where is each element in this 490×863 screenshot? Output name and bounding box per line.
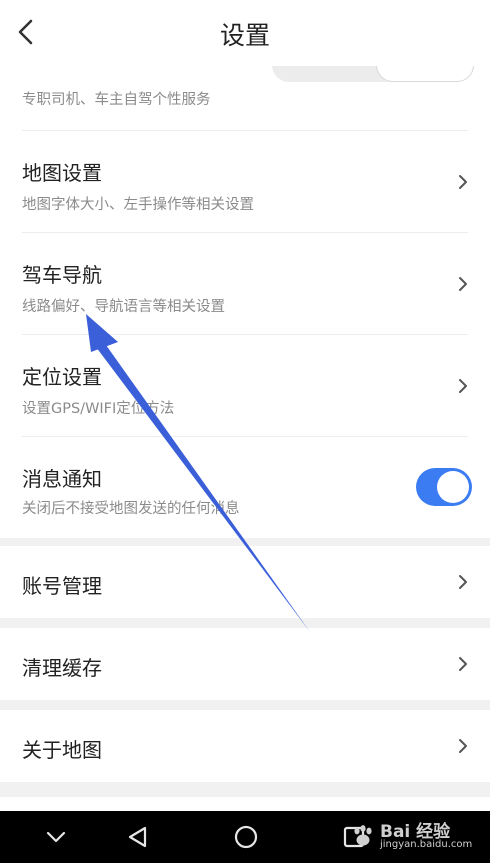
watermark-url: jingyan.baidu.com	[380, 839, 473, 850]
map-settings-label: 地图设置	[22, 161, 102, 185]
app-header: 设置	[0, 0, 490, 66]
chevron-right-icon	[459, 575, 467, 589]
driving-nav-label: 驾车导航	[22, 263, 102, 287]
notifications-toggle[interactable]	[416, 468, 472, 506]
baidu-paw-icon	[354, 825, 372, 846]
page-title: 设置	[219, 21, 270, 50]
settings-row-driving-nav[interactable]: 驾车导航 线路偏好、导航语言等相关设置	[0, 233, 490, 334]
section-separator	[0, 538, 490, 546]
settings-row-location[interactable]: 定位设置 设置GPS/WIFI定位方法	[0, 335, 490, 436]
nav-home-button[interactable]	[228, 819, 264, 855]
chevron-right-icon	[459, 657, 467, 671]
location-settings-label: 定位设置	[22, 365, 102, 389]
settings-row-account[interactable]: 账号管理	[0, 546, 490, 618]
chevron-right-icon	[459, 175, 467, 189]
toggle-knob	[437, 471, 469, 503]
baidu-watermark: Bai 经验 jingyan.baidu.com	[350, 817, 480, 859]
map-settings-subtitle: 地图字体大小、左手操作等相关设置	[22, 197, 254, 213]
segmented-switch-partial[interactable]	[272, 66, 474, 82]
clear-cache-label: 清理缓存	[22, 656, 102, 680]
settings-row-cache[interactable]: 清理缓存	[0, 628, 490, 700]
chevron-right-icon	[459, 739, 467, 753]
nav-down-button[interactable]	[38, 819, 74, 855]
driving-nav-subtitle: 线路偏好、导航语言等相关设置	[22, 299, 225, 315]
settings-row-about[interactable]: 关于地图	[0, 710, 490, 782]
bottom-separator	[0, 782, 490, 797]
empty-row	[0, 797, 490, 811]
nav-back-button[interactable]	[120, 819, 156, 855]
section-separator	[0, 700, 490, 710]
notifications-subtitle: 关闭后不接受地图发送的任何消息	[22, 501, 240, 517]
partial-row-subtitle: 专职司机、车主自驾个性服务	[22, 92, 211, 108]
notifications-label: 消息通知	[22, 467, 102, 491]
account-label: 账号管理	[22, 574, 102, 598]
chevron-right-icon	[459, 379, 467, 393]
chevron-right-icon	[459, 277, 467, 291]
section-separator	[0, 618, 490, 628]
nav-home-icon	[234, 825, 258, 849]
settings-row-map[interactable]: 地图设置 地图字体大小、左手操作等相关设置	[0, 131, 490, 232]
about-label: 关于地图	[22, 738, 102, 762]
nav-down-icon	[46, 831, 66, 843]
location-settings-subtitle: 设置GPS/WIFI定位方法	[22, 401, 175, 417]
nav-back-icon	[128, 826, 147, 848]
